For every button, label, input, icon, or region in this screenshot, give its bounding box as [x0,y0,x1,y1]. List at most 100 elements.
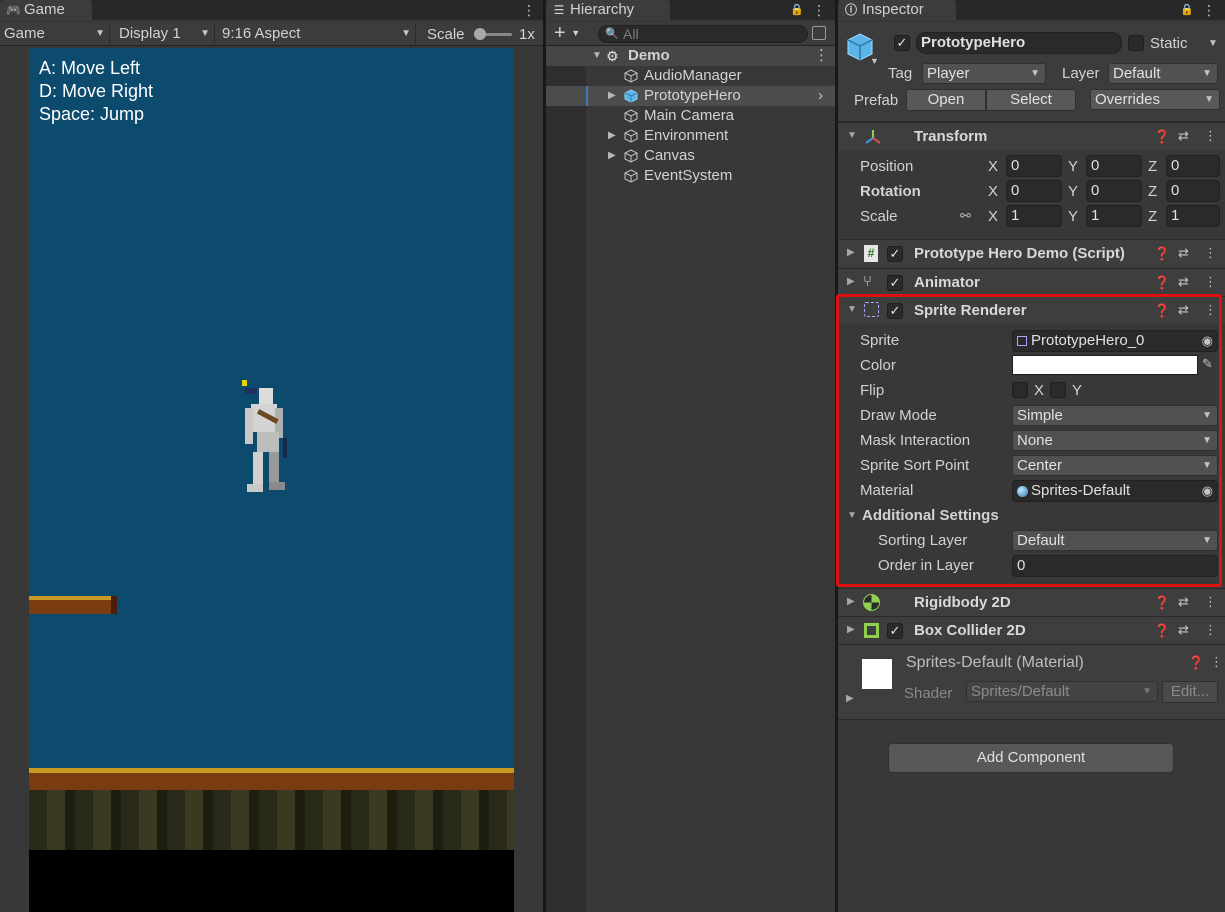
component-menu-icon[interactable]: ⋮ [1204,594,1217,610]
expand-arrow-icon[interactable]: ▶ [608,146,616,166]
scene-row-demo[interactable]: ▼ ⚙ Demo ⋮ [546,46,835,66]
component-menu-icon[interactable]: ⋮ [1204,622,1217,638]
rotation-y-field[interactable]: 0 [1086,180,1142,202]
static-checkbox[interactable] [1128,35,1144,51]
chevron-down-icon: ▼ [1204,94,1214,105]
info-icon: ⓘ [844,3,857,17]
hierarchy-item-label: PrototypeHero [644,87,741,104]
axis-x-label: X [988,183,999,200]
prefab-open-button[interactable]: Open [906,89,986,111]
hierarchy-list-icon: ☰ [553,3,565,17]
material-menu-icon[interactable]: ⋮ [1210,654,1223,670]
fold-arrow-icon[interactable]: ▶ [847,276,855,287]
rotation-x-value: 0 [1011,182,1020,199]
scale-x-value: 1 [1011,207,1020,224]
position-label: Position [860,158,914,175]
add-object-button[interactable]: + ▼ [554,22,580,44]
game-panel: 🎮 Game ⋮ Game ▼ Display 1 ▼ 9:16 Aspect ▼ Sc… [0,0,543,912]
game-tab[interactable]: 🎮 Game [0,0,92,20]
prefab-select-button[interactable]: Select [986,89,1076,111]
scale-slider[interactable] [474,28,512,40]
chevron-down-icon[interactable]: ▼ [870,56,879,66]
expand-arrow-icon[interactable]: ▶ [608,126,616,146]
layer-dropdown[interactable]: Default ▼ [1108,63,1218,84]
rigidbody2d-header[interactable]: ▶ Rigidbody 2D ❓ ⇄ ⋮ [838,588,1225,616]
display-dropdown[interactable]: Display 1 ▼ [115,24,215,44]
hierarchy-search-field[interactable]: 🔍 All [598,25,808,43]
expand-arrow-icon[interactable]: ▼ [592,46,602,66]
overrides-dropdown[interactable]: Overrides ▼ [1090,89,1220,110]
component-menu-icon[interactable]: ⋮ [1204,128,1217,144]
inspector-tab[interactable]: ⓘ Inspector [838,0,956,20]
hierarchy-item-canvas[interactable]: ▶ Canvas [546,146,835,166]
rotation-z-field[interactable]: 0 [1166,180,1220,202]
chevron-down-icon: ▼ [401,28,411,39]
presets-icon[interactable]: ⇄ [1178,128,1189,144]
object-name-field[interactable]: PrototypeHero [916,32,1122,54]
scale-slider-thumb[interactable] [474,28,486,40]
hierarchy-item-audiomanager[interactable]: AudioManager [546,66,835,86]
fold-arrow-icon[interactable]: ▶ [847,624,855,635]
expand-arrow-icon[interactable]: ▶ [608,86,616,106]
rotation-x-field[interactable]: 0 [1006,180,1062,202]
scale-y-field[interactable]: 1 [1086,205,1142,227]
transform-header[interactable]: ▼ Transform ❓ ⇄ ⋮ [838,122,1225,150]
component-menu-icon[interactable]: ⋮ [1204,245,1217,261]
lock-icon[interactable]: 🔒 [1180,1,1194,19]
position-x-field[interactable]: 0 [1006,155,1062,177]
presets-icon[interactable]: ⇄ [1178,274,1189,290]
scene-menu-icon[interactable]: ⋮ [814,46,829,66]
animator-header[interactable]: ▶ ⑂ ✓ Animator ❓ ⇄ ⋮ [838,268,1225,296]
object-name-value: PrototypeHero [921,34,1026,51]
chevron-down-icon[interactable]: ▼ [1208,38,1218,49]
chevron-right-icon[interactable]: › [818,86,823,106]
mode-dropdown[interactable]: Game ▼ [0,24,110,44]
script-component-header[interactable]: ▶ # ✓ Prototype Hero Demo (Script) ❓ ⇄ ⋮ [838,239,1225,267]
lock-icon[interactable]: 🔒 [790,1,804,19]
hierarchy-toolbar: + ▼ 🔍 All [546,22,835,46]
presets-icon[interactable]: ⇄ [1178,622,1189,638]
animator-enabled-checkbox[interactable]: ✓ [887,275,903,291]
fold-arrow-icon[interactable]: ▼ [847,130,857,141]
shader-edit-button[interactable]: Edit... [1162,681,1218,703]
position-z-field[interactable]: 0 [1166,155,1220,177]
game-menu-icon[interactable]: ⋮ [522,1,536,19]
tag-dropdown[interactable]: Player ▼ [922,63,1046,84]
box-collider-enabled-checkbox[interactable]: ✓ [887,623,903,639]
script-component-title: Prototype Hero Demo (Script) [914,245,1125,262]
hierarchy-item-main-camera[interactable]: Main Camera [546,106,835,126]
help-icon[interactable]: ❓ [1154,275,1170,291]
fold-arrow-icon[interactable]: ▶ [847,247,855,258]
scene-visibility-icon[interactable] [812,26,826,40]
hierarchy-menu-icon[interactable]: ⋮ [812,1,826,19]
material-asset-name: Sprites-Default (Material) [906,654,1084,671]
aspect-dropdown[interactable]: 9:16 Aspect ▼ [218,24,416,44]
fold-arrow-icon[interactable]: ▶ [847,596,855,607]
add-component-button[interactable]: Add Component [888,743,1174,773]
position-y-field[interactable]: 0 [1086,155,1142,177]
hierarchy-item-environment[interactable]: ▶ Environment [546,126,835,146]
help-icon[interactable]: ❓ [1154,246,1170,262]
hierarchy-item-prototypehero[interactable]: ▶ PrototypeHero › [546,86,835,106]
material-asset-section: ▶ Sprites-Default (Material) ❓ ⋮ Shader … [838,644,1225,720]
help-icon[interactable]: ❓ [1188,655,1204,671]
help-icon[interactable]: ❓ [1154,129,1170,145]
box-collider2d-header[interactable]: ▶ ✓ Box Collider 2D ❓ ⇄ ⋮ [838,616,1225,644]
game-view[interactable]: A: Move Left D: Move Right Space: Jump [29,48,514,912]
chevron-down-icon: ▼ [1030,68,1040,79]
scale-x-field[interactable]: 1 [1006,205,1062,227]
script-enabled-checkbox[interactable]: ✓ [887,246,903,262]
scale-z-field[interactable]: 1 [1166,205,1220,227]
presets-icon[interactable]: ⇄ [1178,245,1189,261]
constrain-proportions-icon[interactable]: ⚯ [960,208,971,224]
hierarchy-tab[interactable]: ☰ Hierarchy [546,0,670,20]
component-menu-icon[interactable]: ⋮ [1204,274,1217,290]
hierarchy-item-eventsystem[interactable]: EventSystem [546,166,835,186]
help-icon[interactable]: ❓ [1154,623,1170,639]
inspector-menu-icon[interactable]: ⋮ [1202,1,1216,19]
shader-dropdown[interactable]: Sprites/Default ▼ [966,681,1158,702]
presets-icon[interactable]: ⇄ [1178,594,1189,610]
fold-arrow-icon[interactable]: ▶ [846,693,854,704]
active-checkbox[interactable]: ✓ [894,35,910,51]
help-icon[interactable]: ❓ [1154,595,1170,611]
